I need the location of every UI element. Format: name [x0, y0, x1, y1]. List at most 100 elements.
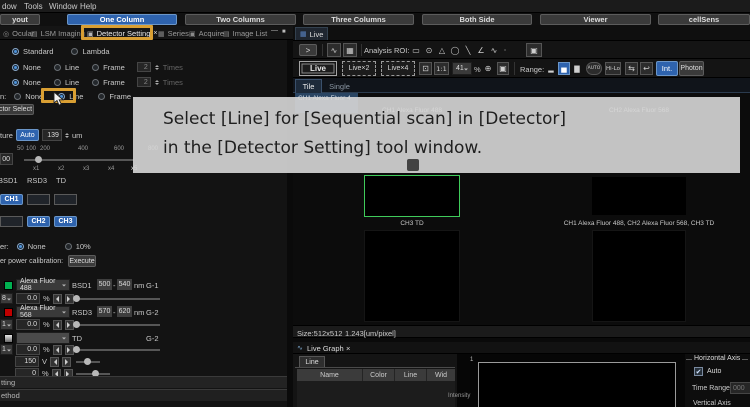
column-color[interactable]: Color	[363, 369, 395, 381]
roi-curve-icon[interactable]: ∿	[488, 43, 500, 57]
avg2-times-input[interactable]: 2	[137, 77, 151, 87]
grid-empty-cell[interactable]	[54, 194, 77, 205]
grid-tool-icon[interactable]: ▦	[343, 43, 357, 57]
single-tab[interactable]: Single	[324, 79, 355, 93]
live-graph-tab-label[interactable]: Live Graph	[307, 344, 344, 353]
ch2-power-input[interactable]: 0.0	[16, 319, 40, 330]
ch3-laser-dropdown[interactable]: 1	[0, 344, 13, 355]
three-columns-button[interactable]: Three Columns	[303, 14, 414, 25]
plot-area[interactable]	[478, 362, 676, 407]
avg1-line-radio[interactable]	[54, 64, 61, 71]
selected-image-pane-ch3[interactable]	[364, 175, 460, 217]
nd-none-radio[interactable]	[17, 243, 24, 250]
roi-more-dropdown-icon[interactable]: ·	[501, 43, 509, 57]
one-to-one-button[interactable]: 1:1	[434, 62, 449, 75]
menu-item-window-partial[interactable]: dow	[2, 2, 17, 11]
ch1-power-slider-handle[interactable]	[73, 295, 80, 302]
undo-range-icon[interactable]: ↩	[640, 62, 653, 75]
tab-image-list[interactable]: ▤ Image List	[223, 29, 267, 38]
seq-none-radio[interactable]	[14, 93, 21, 100]
hi-lo-button[interactable]: Hi-Lo	[605, 62, 621, 75]
live-graph-close-icon[interactable]: ×	[346, 344, 350, 353]
stamp-tool-icon[interactable]: ▣	[526, 43, 542, 57]
tab-series[interactable]: ▦ Series	[158, 29, 189, 38]
intensity-mode-button[interactable]: Int.	[656, 61, 678, 76]
one-column-button[interactable]: One Column	[67, 14, 177, 25]
viewer-button[interactable]: Viewer	[540, 14, 651, 25]
hv-increment[interactable]	[62, 357, 71, 367]
avg2-frame-radio[interactable]	[92, 79, 99, 86]
image-pane-merge-top[interactable]	[592, 177, 686, 215]
zoom-level-dropdown[interactable]: 41	[452, 62, 472, 75]
zoom-value-input[interactable]: 00	[0, 153, 13, 165]
image-pane-row2-left[interactable]	[364, 230, 460, 322]
window-fit-icon[interactable]: ▣	[497, 62, 509, 75]
roi-line-icon[interactable]: ╲	[462, 43, 474, 57]
range-low-icon[interactable]: ▂	[545, 62, 557, 75]
roi-rectangle-icon[interactable]: ▭	[410, 43, 422, 57]
roi-closed-curve-icon[interactable]: ◯	[449, 43, 461, 57]
ch1-color-swatch[interactable]	[4, 281, 13, 290]
detector-select-button[interactable]: ctor Select	[0, 104, 34, 115]
tab-close-icon[interactable]: ×	[153, 30, 157, 37]
aperture-auto-button[interactable]: Auto	[16, 129, 39, 141]
ch2-power-slider-handle[interactable]	[73, 321, 80, 328]
section-header-setting[interactable]: tting	[0, 376, 287, 388]
ch3-power-decrement[interactable]	[53, 345, 62, 355]
standard-radio[interactable]	[12, 48, 19, 55]
image-pane-row2-right[interactable]	[592, 230, 686, 322]
avg1-frame-radio[interactable]	[92, 64, 99, 71]
line-tab[interactable]: Line	[299, 356, 325, 367]
grid-empty-cell[interactable]	[0, 216, 23, 227]
ch3-dye-dropdown[interactable]	[16, 332, 70, 344]
menu-item-tools[interactable]: Tools	[24, 2, 43, 11]
tab-lsm-imaging[interactable]: ▤ LSM Imaging	[31, 29, 85, 38]
tab-ocular[interactable]: ◎ Ocular	[3, 29, 34, 38]
two-columns-button[interactable]: Two Columns	[185, 14, 296, 25]
zoom-slider-handle[interactable]	[35, 156, 42, 163]
lambda-radio[interactable]	[71, 48, 78, 55]
ch1-power-input[interactable]: 0.0	[16, 293, 40, 304]
hv-input[interactable]: 150	[15, 356, 39, 367]
column-line[interactable]: Line	[395, 369, 427, 381]
roi-polyline-icon[interactable]: ∠	[475, 43, 487, 57]
auto-range-knob-icon[interactable]: AUTO	[586, 62, 602, 75]
time-range-input[interactable]: 000	[730, 382, 750, 394]
fit-to-window-icon[interactable]: ⊡	[419, 62, 432, 75]
avg2-line-radio[interactable]	[54, 79, 61, 86]
avg2-times-stepper[interactable]	[155, 78, 159, 87]
ch3-button[interactable]: CH3	[54, 216, 77, 227]
avg1-times-stepper[interactable]	[155, 63, 159, 72]
ch2-wave-to[interactable]: 620	[117, 306, 132, 317]
cellsens-button[interactable]: cellSens	[658, 14, 750, 25]
ch1-wave-to[interactable]: 540	[117, 279, 132, 290]
ch3-color-swatch[interactable]	[4, 334, 13, 343]
live-button[interactable]: Live	[299, 61, 337, 76]
avg2-none-radio[interactable]	[12, 79, 19, 86]
tile-tab[interactable]: Tile	[295, 79, 322, 93]
ch2-power-decrement[interactable]	[53, 320, 62, 330]
tab-acquire[interactable]: ▣ Acquire	[189, 29, 224, 38]
ch2-dye-dropdown[interactable]: Alexa Fluor 568	[16, 306, 70, 318]
section-header-method[interactable]: ethod	[0, 389, 287, 401]
column-width[interactable]: Wid	[427, 369, 455, 381]
ch3-power-slider-track[interactable]	[76, 349, 160, 351]
ch1-laser-dropdown[interactable]: 8	[0, 293, 13, 304]
ch1-button[interactable]: CH1	[0, 194, 23, 205]
maximize-icon[interactable]: ■	[282, 29, 286, 35]
avg1-none-radio[interactable]	[12, 64, 19, 71]
ch1-dye-dropdown[interactable]: Alexa Fluor 488	[16, 279, 70, 291]
minimize-icon[interactable]: —	[271, 27, 278, 34]
nd-10pct-radio[interactable]	[65, 243, 72, 250]
live-document-tab[interactable]: ▦ Live	[295, 27, 328, 40]
magnifier-icon[interactable]: ⊕	[482, 62, 494, 75]
avg1-times-input[interactable]: 2	[137, 62, 151, 72]
auto-checkbox[interactable]: ✔	[694, 367, 703, 376]
expand-panel-button[interactable]: >	[299, 44, 317, 56]
ch3-power-input[interactable]: 0.0	[16, 344, 40, 355]
ch2-wave-from[interactable]: 570	[97, 306, 112, 317]
ch2-power-slider-track[interactable]	[76, 324, 160, 326]
roi-circle-icon[interactable]: ⊙	[423, 43, 435, 57]
line-table-body[interactable]	[297, 381, 455, 407]
aperture-value-input[interactable]: 139	[42, 129, 62, 141]
